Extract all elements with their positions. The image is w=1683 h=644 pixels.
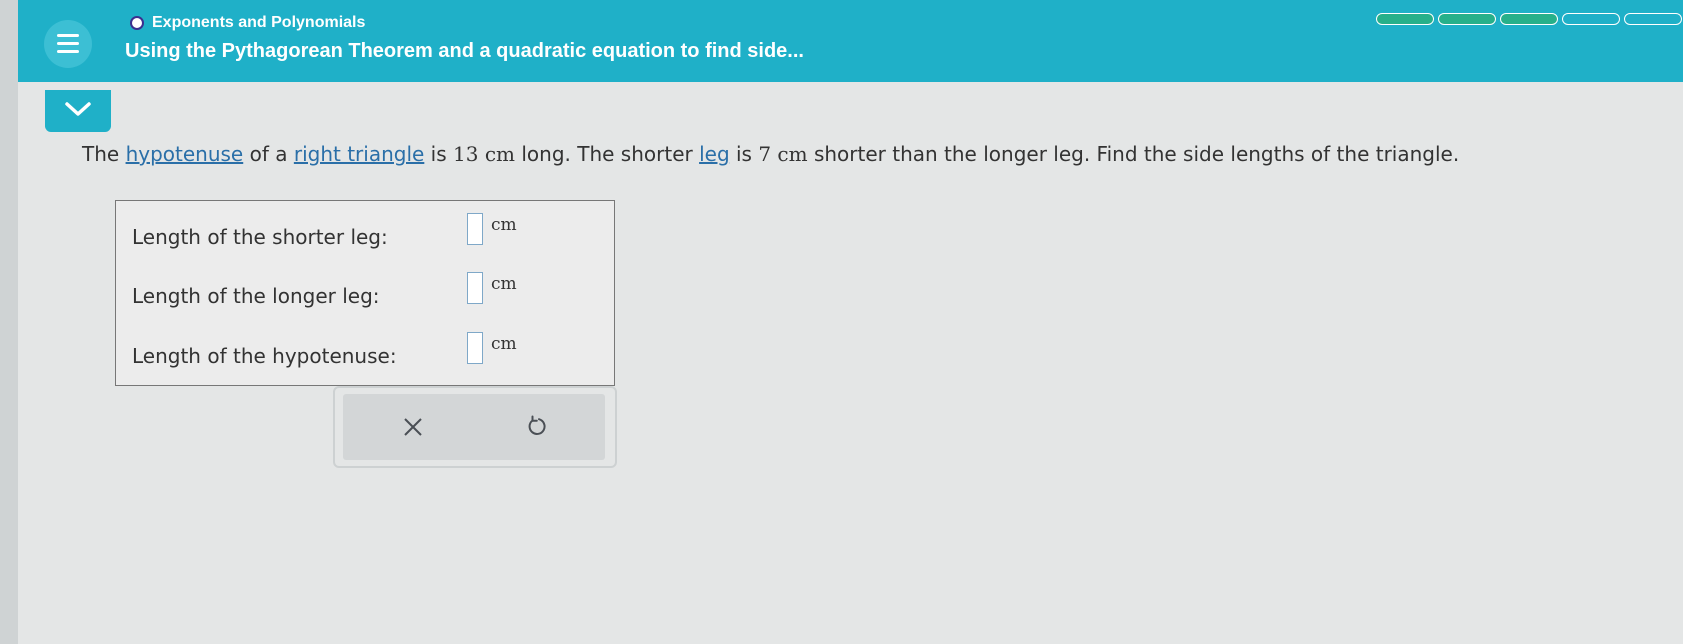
question-segment: shorter than the longer leg. Find the si… [807,142,1460,166]
progress-segment [1562,13,1620,25]
breadcrumb[interactable]: Exponents and Polynomials [130,12,365,34]
hamburger-menu-icon [57,34,79,37]
link-hypotenuse[interactable]: hypotenuse [126,142,244,166]
undo-button[interactable] [521,412,551,442]
answer-panel: Length of the shorter leg: cm Length of … [115,200,615,386]
answer-row-hypotenuse: Length of the hypotenuse: [132,344,397,368]
hypotenuse-input[interactable] [467,332,483,364]
question-segment: The [82,142,126,166]
unit-label: cm [491,334,517,354]
link-leg[interactable]: leg [699,142,730,166]
answer-tools [333,386,617,468]
breadcrumb-text: Exponents and Polynomials [152,14,366,31]
answer-row-longer-leg: Length of the longer leg: [132,284,380,308]
progress-segment [1376,13,1434,25]
unit-label: cm [491,274,517,294]
progress-segment [1438,13,1496,25]
math-hypotenuse-length: 13 cm [453,142,515,166]
link-right-triangle[interactable]: right triangle [294,142,424,166]
topic-dot-icon [130,16,144,30]
undo-icon [528,415,546,435]
unit-label: cm [491,215,517,235]
question-text: The hypotenuse of a right triangle is 13… [82,142,1459,166]
collapse-toggle[interactable] [45,90,111,132]
answer-label: Length of the hypotenuse: [132,344,397,368]
progress-segment [1624,13,1682,25]
page-title: Using the Pythagorean Theorem and a quad… [125,40,804,62]
answer-tools-panel [343,394,605,460]
progress-bar [1376,13,1683,25]
shorter-leg-input[interactable] [467,213,483,245]
answer-label: Length of the longer leg: [132,284,380,308]
chevron-down-icon [65,102,91,116]
menu-button[interactable] [44,20,92,68]
question-segment: is [729,142,759,166]
math-difference: 7 cm [758,142,808,166]
header-bar: Exponents and Polynomials Using the Pyth… [18,0,1683,82]
question-segment: long. The shorter [515,142,700,166]
x-icon [404,418,422,436]
left-edge [0,0,18,644]
question-segment: is [424,142,454,166]
question-segment: of a [243,142,294,166]
clear-button[interactable] [398,412,428,442]
hamburger-menu-icon-bar [57,42,79,45]
answer-label: Length of the shorter leg: [132,225,388,249]
answer-row-shorter-leg: Length of the shorter leg: [132,225,388,249]
progress-segment [1500,13,1558,25]
longer-leg-input[interactable] [467,272,483,304]
hamburger-menu-icon-bar [57,50,79,53]
